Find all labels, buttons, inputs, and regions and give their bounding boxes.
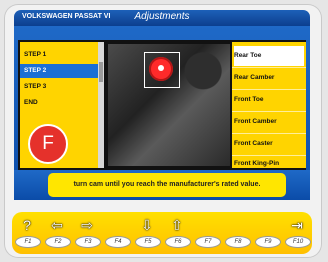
arrow-right-icon: ⇨ xyxy=(81,217,93,233)
f10-exit-button[interactable]: ⇥ F10 xyxy=(284,212,311,252)
step-item-end[interactable]: END xyxy=(20,96,100,110)
f9-icon xyxy=(254,216,280,234)
list-down-icon: ⇩ xyxy=(141,217,153,233)
f9-button[interactable]: F9 xyxy=(254,212,281,252)
steps-scrollbar[interactable] xyxy=(98,42,104,168)
f7-button[interactable]: F7 xyxy=(194,212,221,252)
f5-list-down-button[interactable]: ⇩ F5 xyxy=(134,212,161,252)
f8-label: F8 xyxy=(225,236,251,248)
menu-item-front-camber[interactable]: Front Camber xyxy=(234,112,304,132)
f7-icon xyxy=(194,216,220,234)
list-up-icon: ⇧ xyxy=(171,217,183,233)
scrollbar-thumb[interactable] xyxy=(99,62,103,82)
f7-label: F7 xyxy=(195,236,221,248)
f3-forward-button[interactable]: ⇨ F3 xyxy=(74,212,101,252)
suspension-photo xyxy=(108,44,230,166)
f5-label: F5 xyxy=(135,236,161,248)
menu-item-front-toe[interactable]: Front Toe xyxy=(234,90,304,110)
f6-list-up-button[interactable]: ⇧ F6 xyxy=(164,212,191,252)
f1-help-button[interactable]: ? F1 xyxy=(14,212,41,252)
step-item-2[interactable]: STEP 2 xyxy=(20,64,100,78)
f2-back-button[interactable]: ⇦ F2 xyxy=(44,212,71,252)
adjustment-menu: Rear Toe Rear Camber Front Toe Front Cam… xyxy=(232,42,306,168)
menu-item-front-caster[interactable]: Front Caster xyxy=(234,134,304,154)
f4-icon xyxy=(104,216,130,234)
f4-button[interactable]: F4 xyxy=(104,212,131,252)
step-item-3[interactable]: STEP 3 xyxy=(20,80,100,94)
exit-icon: ⇥ xyxy=(291,217,303,233)
f10-label: F10 xyxy=(285,236,311,248)
menu-item-rear-toe[interactable]: Rear Toe xyxy=(234,46,304,66)
help-icon: ? xyxy=(23,217,31,233)
f3-label: F3 xyxy=(75,236,101,248)
f-badge: F xyxy=(28,124,68,164)
cam-bolt-marker xyxy=(149,57,173,81)
step-item-1[interactable]: STEP 1 xyxy=(20,48,100,62)
menu-item-rear-camber[interactable]: Rear Camber xyxy=(234,68,304,88)
f6-label: F6 xyxy=(165,236,191,248)
f8-icon xyxy=(224,216,250,234)
f1-label: F1 xyxy=(15,236,41,248)
f2-label: F2 xyxy=(45,236,71,248)
page-title: Adjustments xyxy=(134,11,190,22)
f8-button[interactable]: F8 xyxy=(224,212,251,252)
title-bar: VOLKSWAGEN PASSAT VI Adjustments xyxy=(14,10,310,26)
f9-label: F9 xyxy=(255,236,281,248)
arrow-left-icon: ⇦ xyxy=(51,217,63,233)
instruction-message: turn cam until you reach the manufacture… xyxy=(48,173,286,197)
f4-label: F4 xyxy=(105,236,131,248)
